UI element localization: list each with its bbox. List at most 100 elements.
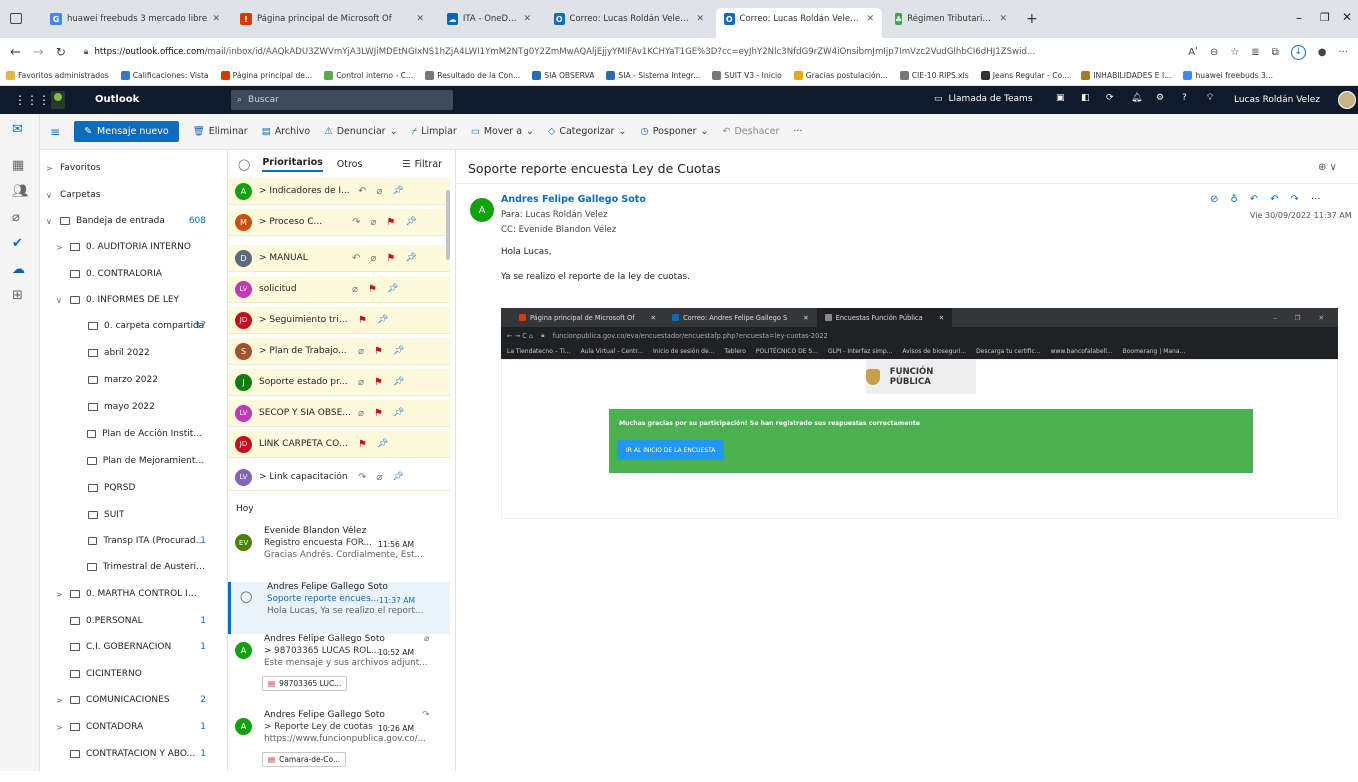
- folder-item[interactable]: ∨ 0. INFORMES DE LEY: [56, 289, 206, 311]
- filter-button[interactable]: ☰ Filtrar: [402, 159, 442, 170]
- folder-item[interactable]: 0.PERSONAL 1: [56, 610, 206, 632]
- folder-item[interactable]: > Favoritos: [46, 157, 206, 179]
- download-icon[interactable]: ↓: [1290, 44, 1306, 60]
- pinned-message[interactable]: LV SECOP Y SIA OBSE... ⌀ ⚑ 📌︎: [228, 400, 450, 427]
- folder-item[interactable]: Transp ITA (Procuradu... 1: [74, 530, 206, 552]
- settings-gear-icon[interactable]: ⚙: [1156, 93, 1164, 103]
- bookmark-item[interactable]: SIA - Sistema Integr...: [606, 71, 700, 80]
- message-list-scrollbar[interactable]: [446, 190, 450, 260]
- flag-icon[interactable]: ⚑: [374, 346, 383, 357]
- undo-button[interactable]: ↶ Deshacer: [722, 126, 779, 137]
- archive-button[interactable]: ▤ Archivo: [262, 126, 311, 137]
- folder-item[interactable]: marzo 2022: [74, 369, 206, 391]
- sender-avatar[interactable]: A: [470, 198, 494, 222]
- folder-item[interactable]: Trimestral de Austerida...: [74, 556, 206, 578]
- folder-item[interactable]: abril 2022: [74, 342, 206, 364]
- report-button[interactable]: ⚠ Denunciar ⌄: [324, 126, 397, 137]
- flag-icon[interactable]: ⚑: [374, 377, 383, 388]
- pin-icon[interactable]: 📌︎: [377, 439, 388, 449]
- chevron-down-icon[interactable]: ∨: [46, 217, 54, 226]
- pinned-message[interactable]: J Soporte estado pr... ⌀ ⚑ 📌︎: [228, 369, 450, 396]
- chevron-right-icon[interactable]: >: [56, 590, 64, 599]
- delete-button[interactable]: 🗑︎ Eliminar: [193, 126, 248, 137]
- pin-icon[interactable]: 📌︎: [393, 346, 404, 356]
- bookmark-item[interactable]: SUIT V3 - Inicio: [712, 71, 782, 80]
- bookmark-item[interactable]: CIE-10 RIPS.xls: [899, 71, 969, 80]
- pin-icon[interactable]: 📌︎: [393, 408, 404, 418]
- chevron-down-icon[interactable]: ∨: [46, 191, 54, 200]
- zoom-icon[interactable]: ⊖: [1210, 47, 1218, 58]
- tab-close-icon[interactable]: ✕: [416, 14, 424, 24]
- browser-tab[interactable]: Ghuawei freebuds 3 mercado libre ✕: [42, 8, 228, 30]
- sync-icon[interactable]: ⟳: [1106, 93, 1114, 103]
- onenote-icon[interactable]: ◧: [1081, 93, 1090, 103]
- categorize-button[interactable]: ◇ Categorizar ⌄: [548, 126, 626, 137]
- back-icon[interactable]: ←: [10, 45, 21, 60]
- bookmark-item[interactable]: Resultado de la Con...: [425, 71, 520, 80]
- folder-item[interactable]: > CONTADORA 1: [56, 716, 206, 738]
- snooze-button[interactable]: ◷ Posponer ⌄: [640, 126, 708, 137]
- like-icon[interactable]: ♁: [1230, 194, 1237, 205]
- pinned-message[interactable]: JD LINK CARPETA COMPAR... ⚑ 📌︎: [228, 431, 450, 458]
- tab-close-icon[interactable]: ✕: [999, 14, 1007, 24]
- flag-icon[interactable]: ⚑: [358, 439, 367, 450]
- flag-icon[interactable]: ⚑: [386, 253, 395, 264]
- bookmark-item[interactable]: huawei freebuds 3...: [1183, 71, 1273, 80]
- folder-item[interactable]: Plan de Acción Institucio...: [74, 423, 206, 445]
- chat-icon[interactable]: ▣: [1056, 93, 1065, 103]
- favorite-star-icon[interactable]: ☆: [1230, 47, 1239, 58]
- list-item[interactable]: A Andres Felipe Gallego Soto > Reporte Ley…: [228, 710, 450, 782]
- bookmark-item[interactable]: Gracias postulación...: [793, 71, 888, 80]
- pin-icon[interactable]: 📌︎: [387, 284, 398, 294]
- pinned-message[interactable]: D > MANUAL ↶ ⌀ ⚑ 📌︎: [228, 245, 450, 272]
- chevron-right-icon[interactable]: >: [46, 164, 54, 173]
- close-window-icon[interactable]: ✕: [1342, 10, 1352, 24]
- folder-item[interactable]: >0. AUDITORIA INTERNO: [56, 236, 206, 258]
- chevron-right-icon[interactable]: >: [56, 696, 64, 705]
- pinned-message[interactable]: S > Plan de Trabajo... ⌀ ⚑ 📌︎: [228, 338, 450, 365]
- folder-item[interactable]: C.I. GOBERNACION 1: [56, 636, 206, 658]
- reply-icon[interactable]: ↶: [1250, 194, 1258, 205]
- forward-icon[interactable]: ↷: [1291, 194, 1299, 205]
- folder-item[interactable]: 0. CONTRALORIA: [56, 263, 206, 285]
- new-tab-button[interactable]: +: [1026, 11, 1038, 27]
- help-icon[interactable]: ?: [1182, 93, 1187, 103]
- pinned-message[interactable]: LV > Link capacitación ↷ ⌀ 📌︎: [228, 464, 450, 491]
- bookmark-item[interactable]: SIA OBSERVA: [532, 71, 594, 80]
- pin-icon[interactable]: 📌︎: [392, 472, 403, 482]
- bookmark-item[interactable]: Favoritos administrados: [6, 71, 109, 80]
- bookmark-item[interactable]: Jeans Regular - Co...: [980, 71, 1069, 80]
- folder-item[interactable]: PQRSD: [74, 477, 206, 499]
- collapse-nav-icon[interactable]: ≡: [50, 125, 60, 139]
- tab-close-icon[interactable]: ✕: [696, 14, 704, 24]
- tab-close-icon[interactable]: ✕: [523, 14, 531, 24]
- folder-item[interactable]: >0. MARTHA CONTROL IN...: [56, 583, 206, 605]
- attachment-chip[interactable]: ▤ 98703365 LUC...: [262, 676, 348, 691]
- folder-item[interactable]: ∨ Bandeja de entrada 608: [46, 210, 206, 232]
- list-item[interactable]: A Andres Felipe Gallego Soto > 98703365 LU…: [228, 634, 450, 706]
- pinned-message[interactable]: LV solicitud ⌀ ⚑ 📌︎: [228, 276, 450, 303]
- tab-other[interactable]: Otros: [337, 159, 363, 170]
- new-message-button[interactable]: ✎ Mensaje nuevo: [74, 121, 179, 142]
- attach-icon[interactable]: ⌀: [12, 210, 20, 225]
- flag-icon[interactable]: ⚑: [358, 315, 367, 326]
- profile-icon[interactable]: ●: [1318, 47, 1327, 58]
- folder-item[interactable]: SUIT: [74, 504, 206, 526]
- bookmark-item[interactable]: INHABILIDADES E I...: [1081, 71, 1171, 80]
- chevron-right-icon[interactable]: >: [56, 243, 64, 252]
- flag-icon[interactable]: ⚑: [368, 284, 377, 295]
- pin-icon[interactable]: 📌︎: [377, 315, 388, 325]
- folder-item[interactable]: Plan de Mejoramiento I...: [74, 450, 206, 472]
- onedrive-icon[interactable]: ☁: [12, 262, 25, 277]
- chevron-down-icon[interactable]: ∨: [56, 296, 64, 305]
- zoom-menu-icon[interactable]: ⊕ ∨: [1318, 162, 1337, 173]
- favorites-bar-icon[interactable]: ⧉: [1272, 47, 1279, 58]
- tab-close-icon[interactable]: ✕: [866, 14, 874, 24]
- folder-item[interactable]: mayo 2022: [74, 396, 206, 418]
- list-item[interactable]: ◯ Andres Felipe Gallego Soto Soporte repor…: [228, 582, 450, 634]
- browser-menu-icon[interactable]: ···: [1338, 47, 1348, 58]
- browser-tab[interactable]: O Correo: Lucas Roldán Velez - Out ✕: [546, 8, 712, 30]
- teams-call-button[interactable]: ▭ Llamada de Teams: [934, 94, 1033, 104]
- mail-icon[interactable]: ✉: [12, 122, 23, 137]
- people-icon[interactable]: 👥︎: [12, 184, 29, 199]
